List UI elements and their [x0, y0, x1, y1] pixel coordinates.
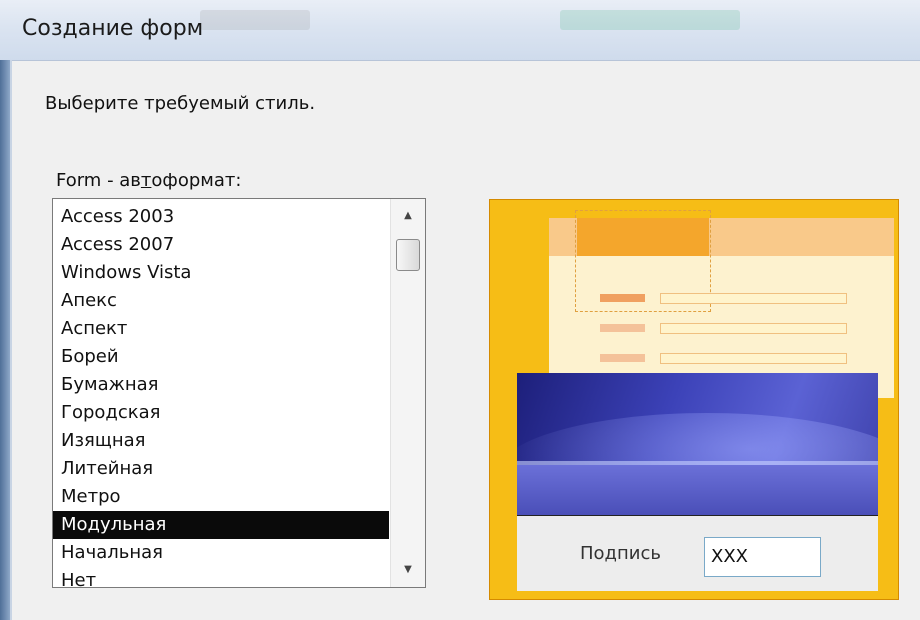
instruction-text: Выберите требуемый стиль. [45, 93, 316, 114]
scroll-up-icon[interactable]: ▲ [391, 203, 425, 229]
list-item[interactable]: Городская [53, 399, 389, 427]
list-item[interactable]: Апекс [53, 287, 389, 315]
background-ghost-1 [200, 10, 310, 30]
list-item[interactable]: Windows Vista [53, 259, 389, 287]
title-bar: Создание форм [0, 0, 920, 61]
list-item[interactable]: Access 2007 [53, 231, 389, 259]
preview-banner-band [517, 461, 878, 465]
window-left-edge [0, 60, 10, 620]
list-item[interactable]: Борей [53, 343, 389, 371]
scroll-thumb[interactable] [396, 239, 420, 271]
window-left-edge-highlight [10, 60, 12, 620]
style-list-label-prefix: Form - ав [56, 170, 141, 191]
list-item[interactable]: Метро [53, 483, 389, 511]
list-item[interactable]: Литейная [53, 455, 389, 483]
style-preview: Подпись XXX [489, 199, 899, 600]
list-item[interactable]: Бумажная [53, 371, 389, 399]
style-list-items: Access 2003 Access 2007 Windows Vista Ап… [53, 203, 389, 587]
preview-field-label [600, 354, 645, 362]
list-item[interactable]: Access 2003 [53, 203, 389, 231]
list-item[interactable]: Нет [53, 567, 389, 587]
list-item[interactable]: Начальная [53, 539, 389, 567]
preview-banner-lower [517, 465, 878, 515]
style-list-label: Form - автоформат: [56, 170, 241, 191]
preview-field-box [660, 323, 847, 334]
preview-textbox: XXX [704, 537, 821, 577]
preview-footer: Подпись XXX [517, 515, 878, 591]
preview-caption-label: Подпись [580, 543, 661, 564]
style-list-label-mnemonic: т [140, 170, 152, 191]
preview-textbox-value: XXX [711, 546, 748, 567]
preview-theme-banner [517, 373, 878, 515]
preview-field-label [600, 294, 645, 302]
list-item[interactable]: Аспект [53, 315, 389, 343]
list-item-selected[interactable]: Модульная [53, 511, 389, 539]
preview-field-label [600, 324, 645, 332]
preview-field-box [660, 293, 847, 304]
background-ghost-2 [560, 10, 740, 30]
style-listbox[interactable]: Access 2003 Access 2007 Windows Vista Ап… [52, 198, 426, 588]
preview-field-box [660, 353, 847, 364]
style-list-label-suffix: оформат: [151, 170, 242, 191]
vertical-scrollbar[interactable]: ▲ ▼ [390, 199, 425, 587]
scroll-down-icon[interactable]: ▼ [391, 557, 425, 583]
list-item[interactable]: Изящная [53, 427, 389, 455]
window-title: Создание форм [22, 16, 204, 41]
